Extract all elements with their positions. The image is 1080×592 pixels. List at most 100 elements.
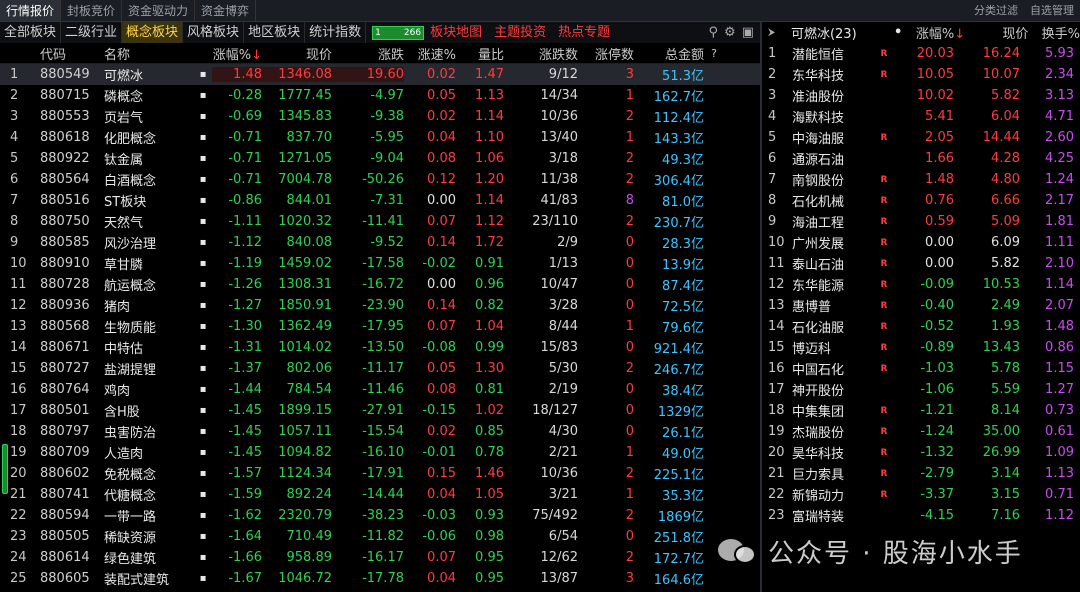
stock-row[interactable]: 21 巨力索具 R -2.79 3.14 1.13 [762, 463, 1080, 484]
stock-row[interactable]: 23 富瑞特装 -4.15 7.16 1.12 [762, 505, 1080, 526]
table-row[interactable]: 24 880614 绿色建筑 ▪ -1.66 958.89 -16.17 0.07 0.95 12… [0, 547, 760, 568]
stock-row[interactable]: 12 东华能源 R -0.09 10.53 1.14 [762, 274, 1080, 295]
scroll-indicator[interactable] [2, 444, 8, 494]
help-icon[interactable]: ? [704, 47, 724, 60]
row-price: 958.89 [286, 550, 333, 565]
row-name: 风沙治理 [104, 237, 157, 252]
link-hot-topics[interactable]: 热点专题 [552, 22, 616, 43]
stock-row[interactable]: 16 中国石化 R -1.03 5.78 1.15 [762, 358, 1080, 379]
stock-row[interactable]: 14 石化油服 R -0.52 1.93 1.48 [762, 316, 1080, 337]
tab-fund-driver[interactable]: 资金驱动力 [122, 0, 196, 21]
table-row[interactable]: 1 880549 可燃冰 ▪ 1.48 1346.08 19.60 0.02 1.47 9/12 3… [0, 64, 760, 85]
stock-price: 4.28 [991, 151, 1020, 166]
table-row[interactable]: 10 880910 草甘膦 ▪ -1.19 1459.02 -17.58 -0.02 0.91 1… [0, 253, 760, 274]
table-row[interactable]: 18 880797 虫害防治 ▪ -1.45 1057.11 -15.54 0.02 0.85 4… [0, 421, 760, 442]
header-name[interactable]: 名称 [104, 44, 194, 63]
header-up-down[interactable]: 涨跌数 [504, 44, 578, 63]
table-row[interactable]: 22 880594 一带一路 ▪ -1.62 2320.79 -38.23 -0.03 0.93… [0, 505, 760, 526]
indicator-right: 266 [403, 27, 422, 38]
row-volume-ratio: 1.10 [475, 130, 504, 145]
stock-row[interactable]: 5 中海油服 R 2.05 14.44 2.60 [762, 127, 1080, 148]
link-sector-map[interactable]: 板块地图 [424, 22, 488, 43]
stock-row[interactable]: 3 准油股份 10.02 5.82 3.13 [762, 85, 1080, 106]
stock-row[interactable]: 19 杰瑞股份 R -1.24 35.00 0.61 [762, 421, 1080, 442]
stock-row[interactable]: 6 通源石油 1.66 4.28 4.25 [762, 148, 1080, 169]
stock-row[interactable]: 4 海默科技 5.41 6.04 4.71 [762, 106, 1080, 127]
row-index: 23 [10, 529, 27, 544]
row-marker: ▪ [199, 300, 207, 311]
table-row[interactable]: 25 880605 装配式建筑 ▪ -1.67 1046.72 -17.78 0.04 0.95… [0, 568, 760, 589]
header-pct[interactable]: 涨幅%↓ [212, 44, 262, 63]
table-row[interactable]: 9 880585 风沙治理 ▪ -1.12 840.08 -9.52 0.14 1.72 2/9 0… [0, 232, 760, 253]
table-row[interactable]: 12 880936 猪肉 ▪ -1.27 1850.91 -23.90 0.14 0.82 3/2… [0, 295, 760, 316]
table-row[interactable]: 5 880922 钛金属 ▪ -0.71 1271.05 -9.04 0.08 1.06 3/18… [0, 148, 760, 169]
header-price[interactable]: 现价 [262, 44, 332, 63]
side-header-pct[interactable]: 涨幅%↓ [908, 23, 965, 42]
header-change[interactable]: 涨跌 [332, 44, 404, 63]
stock-row[interactable]: 17 神开股份 -1.06 5.59 1.27 [762, 379, 1080, 400]
filter-button[interactable]: 分类过滤 [968, 0, 1024, 21]
stock-pct: 10.05 [916, 67, 954, 82]
stock-row[interactable]: 7 南钢股份 R 1.48 4.80 1.24 [762, 169, 1080, 190]
table-row[interactable]: 20 880602 免税概念 ▪ -1.57 1124.34 -17.91 0.15 1.46 1… [0, 463, 760, 484]
table-row[interactable]: 7 880516 ST板块 ▪ -0.86 844.01 -7.31 0.00 1.14 41/8… [0, 190, 760, 211]
stock-row[interactable]: 11 泰山石油 R 0.00 5.82 2.10 [762, 253, 1080, 274]
row-amount: 251.8亿 [653, 531, 704, 546]
table-row[interactable]: 13 880568 生物质能 ▪ -1.30 1362.49 -17.95 0.07 1.04 8… [0, 316, 760, 337]
search-icon[interactable]: ⚲ [709, 25, 719, 40]
table-row[interactable]: 15 880727 盐湖提锂 ▪ -1.37 802.06 -11.17 0.05 1.30 5/… [0, 358, 760, 379]
header-limit-up[interactable]: 涨停数 [578, 44, 634, 63]
table-row[interactable]: 4 880618 化肥概念 ▪ -0.71 837.70 -5.95 0.04 1.10 13/4… [0, 127, 760, 148]
row-volume-ratio: 0.95 [475, 571, 504, 586]
cat-industry[interactable]: 二级行业 [61, 22, 123, 43]
stock-row[interactable]: 13 惠博普 R -0.40 2.49 2.07 [762, 295, 1080, 316]
stock-row[interactable]: 10 广州发展 R 0.00 6.09 1.11 [762, 232, 1080, 253]
header-speed[interactable]: 涨速% [404, 44, 456, 63]
table-row[interactable]: 23 880505 稀缺资源 ▪ -1.64 710.49 -11.82 -0.06 0.98 6… [0, 526, 760, 547]
cat-region[interactable]: 地区板块 [244, 22, 306, 43]
row-marker: ▪ [199, 195, 207, 206]
stock-row[interactable]: 15 博迈科 R -0.89 13.43 0.86 [762, 337, 1080, 358]
link-theme-invest[interactable]: 主题投资 [488, 22, 552, 43]
table-row[interactable]: 21 880741 代糖概念 ▪ -1.59 892.24 -14.44 0.04 1.05 3/… [0, 484, 760, 505]
stock-row[interactable]: 8 石化机械 R 0.76 6.66 2.17 [762, 190, 1080, 211]
table-row[interactable]: 16 880764 鸡肉 ▪ -1.44 784.54 -11.46 0.08 0.81 2/19… [0, 379, 760, 400]
tab-auction[interactable]: 封板竞价 [61, 0, 123, 21]
row-pct: -1.59 [228, 487, 262, 502]
row-marker: ▪ [199, 132, 207, 143]
side-header-price[interactable]: 现价 [965, 23, 1028, 42]
table-row[interactable]: 2 880715 磷概念 ▪ -0.28 1777.45 -4.97 0.05 1.13 14/3… [0, 85, 760, 106]
expand-icon[interactable]: ▣ [742, 25, 754, 40]
row-amount: 81.0亿 [662, 195, 704, 210]
stock-row[interactable]: 18 中集集团 R -1.21 8.14 0.73 [762, 400, 1080, 421]
cat-concept[interactable]: 概念板块 [122, 22, 184, 43]
header-code[interactable]: 代码 [40, 44, 104, 63]
row-code: 880568 [40, 319, 90, 334]
table-row[interactable]: 14 880671 中特估 ▪ -1.31 1014.02 -13.50 -0.08 0.99 1… [0, 337, 760, 358]
tab-quote[interactable]: 行情报价 [0, 0, 62, 21]
gear-icon[interactable]: ⚙ [724, 25, 736, 40]
table-row[interactable]: 11 880728 航运概念 ▪ -1.26 1308.31 -16.72 0.00 0.96 1… [0, 274, 760, 295]
row-marker: ▪ [199, 321, 207, 332]
table-row[interactable]: 3 880553 页岩气 ▪ -0.69 1345.83 -9.38 0.02 1.14 10/3… [0, 106, 760, 127]
pin-icon[interactable]: ⮞ [762, 27, 791, 38]
stock-row[interactable]: 20 昊华科技 R -1.32 26.99 1.09 [762, 442, 1080, 463]
tab-fund-game[interactable]: 资金博弈 [195, 0, 257, 21]
header-volume-ratio[interactable]: 量比 [456, 44, 504, 63]
cat-all[interactable]: 全部板块 [0, 22, 62, 43]
cat-style[interactable]: 风格板块 [183, 22, 245, 43]
stock-row[interactable]: 2 东华科技 R 10.05 10.07 2.34 [762, 64, 1080, 85]
header-amount[interactable]: 总金额 [634, 44, 704, 63]
position-indicator[interactable]: 1 266 [372, 25, 425, 40]
cat-stat-index[interactable]: 统计指数 [305, 22, 367, 43]
stock-row[interactable]: 9 海油工程 R 0.59 5.09 1.81 [762, 211, 1080, 232]
side-header-turnover[interactable]: 换手% [1028, 23, 1080, 42]
table-row[interactable]: 6 880564 白酒概念 ▪ -0.71 7004.78 -50.26 0.12 1.20 11… [0, 169, 760, 190]
table-row[interactable]: 17 880501 含H股 ▪ -1.45 1899.15 -27.91 -0.15 1.02 1… [0, 400, 760, 421]
table-row[interactable]: 8 880750 天然气 ▪ -1.11 1020.32 -11.41 0.07 1.12 23/… [0, 211, 760, 232]
stock-row[interactable]: 1 潜能恒信 R 20.03 16.24 5.93 [762, 43, 1080, 64]
table-row[interactable]: 19 880709 人造肉 ▪ -1.45 1094.82 -16.10 -0.01 0.78 2… [0, 442, 760, 463]
stock-row[interactable]: 22 新锦动力 R -3.37 3.15 0.71 [762, 484, 1080, 505]
stock-price: 3.14 [991, 466, 1020, 481]
watchlist-manage-button[interactable]: 自选管理 [1024, 0, 1080, 21]
